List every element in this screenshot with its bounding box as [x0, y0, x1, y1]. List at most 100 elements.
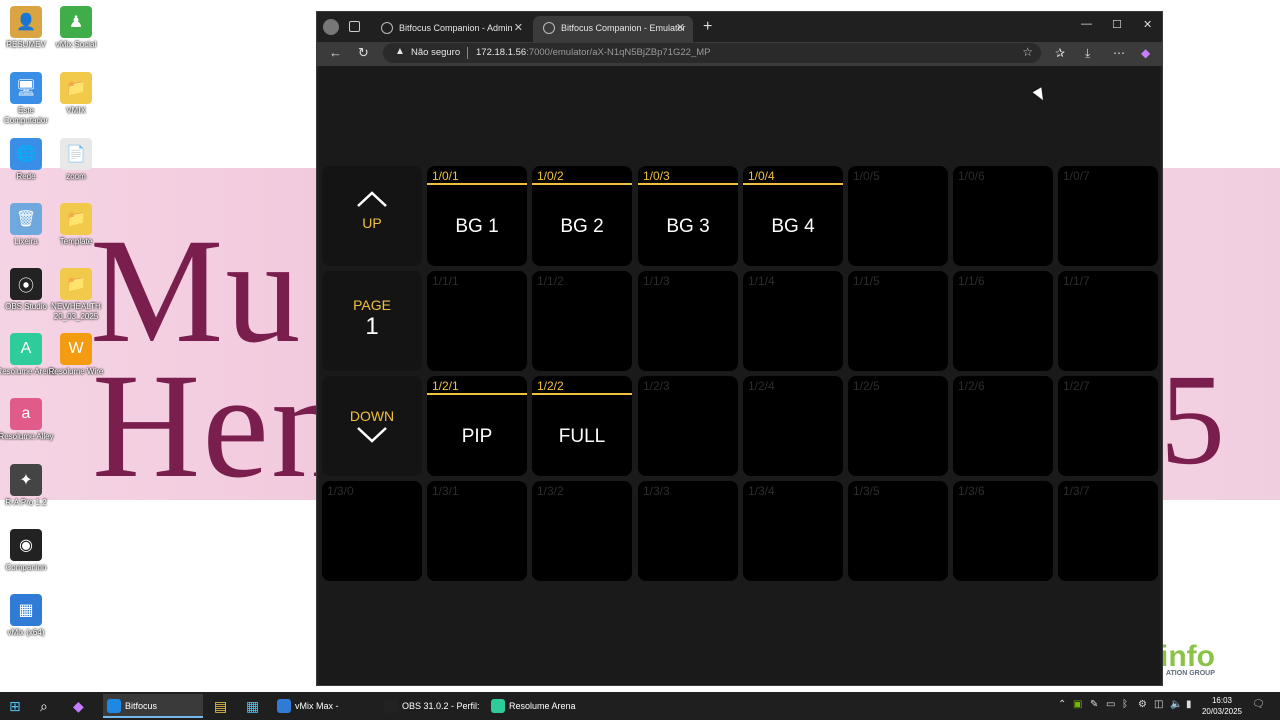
grid-button[interactable]: 1/2/3: [638, 376, 738, 476]
desktop-icon[interactable]: W Resolume Wire: [46, 333, 106, 377]
desktop-icon-label: Resolume Wire: [48, 367, 104, 376]
page-number: 1: [365, 313, 379, 340]
tab-admin[interactable]: Bitfocus Companion - Admin ✕: [371, 16, 531, 42]
maximize-button[interactable]: ☐: [1112, 18, 1122, 31]
app-icon: 📄: [60, 138, 92, 170]
desktop-icon[interactable]: a Resolume Alley: [0, 398, 56, 442]
start-icon[interactable]: ⊞: [9, 698, 21, 715]
back-icon[interactable]: ←: [329, 45, 342, 60]
minimize-button[interactable]: —: [1081, 18, 1092, 30]
grid-button[interactable]: 1/3/3: [638, 481, 738, 581]
close-tab-icon[interactable]: ✕: [514, 16, 523, 40]
wallpaper-text-2: Hen: [92, 343, 348, 509]
app-icon: [491, 699, 505, 713]
downloads-icon[interactable]: ⤓: [1085, 46, 1090, 61]
desktop-icon[interactable]: ◉ Companion: [0, 529, 56, 573]
grid-button[interactable]: 1/1/7: [1058, 271, 1158, 371]
page-up-button[interactable]: UP: [322, 166, 422, 266]
taskbar-app[interactable]: Resolume Arena - ...: [487, 694, 579, 718]
grid-button[interactable]: 1/2/4: [743, 376, 843, 476]
battery-icon[interactable]: ▮: [1186, 699, 1192, 710]
page-down-button[interactable]: DOWN: [322, 376, 422, 476]
grid-button[interactable]: 1/0/7: [1058, 166, 1158, 266]
grid-button[interactable]: 1/2/6: [953, 376, 1053, 476]
taskbar-app[interactable]: Bitfocus Companio...: [103, 694, 203, 718]
grid-button[interactable]: 1/2/1 PIP: [427, 376, 527, 476]
notifications-icon[interactable]: 🗨: [1252, 699, 1265, 710]
omnibox[interactable]: ▲ Não seguro 172.18.1.56:7000/emulator/a…: [383, 43, 1041, 63]
display-icon[interactable]: ▭: [1106, 699, 1115, 710]
wallpaper-text-3: 5: [1160, 348, 1225, 492]
grid-button[interactable]: 1/0/6: [953, 166, 1053, 266]
grid-button[interactable]: 1/1/4: [743, 271, 843, 371]
chevron-down-icon: [357, 427, 387, 443]
copilot-icon[interactable]: ◆: [73, 698, 84, 715]
refresh-icon[interactable]: ↻: [358, 45, 369, 61]
desktop-icon[interactable]: 📁 VMIX: [46, 72, 106, 116]
grid-button[interactable]: 1/3/7: [1058, 481, 1158, 581]
grid-button[interactable]: 1/1/5: [848, 271, 948, 371]
taskbar-app[interactable]: OBS 31.0.2 - Perfil: ...: [380, 694, 480, 718]
desktop-icon-label: Resolume Alley: [0, 432, 54, 441]
system-clock[interactable]: 16:03 20/03/2025: [1200, 695, 1244, 717]
desktop-icon[interactable]: 📄 zoom: [46, 138, 106, 182]
favorite-star-icon[interactable]: ☆: [1022, 45, 1033, 59]
url-text[interactable]: 172.18.1.56:7000/emulator/aX-N1qN5BjZBp7…: [476, 47, 710, 58]
wallpaper-logo: info: [1160, 640, 1215, 673]
tab-actions-icon[interactable]: [349, 21, 360, 32]
nvidia-icon[interactable]: ▣: [1073, 699, 1082, 710]
grid-button[interactable]: 1/0/2 BG 2: [532, 166, 632, 266]
bluetooth-icon[interactable]: ᛒ: [1122, 699, 1128, 710]
grid-button[interactable]: 1/2/5: [848, 376, 948, 476]
grid-button[interactable]: 1/1/3: [638, 271, 738, 371]
desktop-icon[interactable]: ▦ vMix (x64): [0, 594, 56, 638]
close-window-button[interactable]: ✕: [1143, 18, 1152, 31]
chevron-up-icon[interactable]: ⌃: [1058, 699, 1066, 710]
copilot-icon[interactable]: ◆: [1141, 46, 1150, 60]
settings-icon[interactable]: ⚙: [1138, 699, 1147, 710]
emulator-page: UP PAGE 1 DOWN 1/0/1 BG 1 1/0/2 BG 2 1/0/3 BG…: [319, 66, 1160, 685]
grid-button[interactable]: 1/3/4: [743, 481, 843, 581]
file-explorer-icon[interactable]: ▤: [214, 698, 227, 715]
warning-icon: ▲: [395, 46, 405, 57]
desktop-icon[interactable]: ✦ R-A Pro 1.2: [0, 464, 56, 508]
volume-icon[interactable]: 🔈: [1170, 699, 1182, 710]
grid-button[interactable]: 1/0/1 BG 1: [427, 166, 527, 266]
new-tab-button[interactable]: +: [703, 18, 712, 36]
desktop-icon[interactable]: ♟ vMix Social: [46, 6, 106, 50]
grid-button[interactable]: 1/3/2: [532, 481, 632, 581]
store-icon[interactable]: ▦: [246, 698, 259, 715]
grid-button[interactable]: 1/2/7: [1058, 376, 1158, 476]
grid-button[interactable]: 1/0/5: [848, 166, 948, 266]
close-tab-icon[interactable]: ✕: [676, 16, 685, 40]
button-id: 1/2/4: [748, 379, 775, 393]
pen-icon[interactable]: ✎: [1090, 699, 1098, 710]
grid-button[interactable]: 1/2/2 FULL: [532, 376, 632, 476]
app-icon: A: [10, 333, 42, 365]
desktop-icon[interactable]: 📁 Template: [46, 203, 106, 247]
grid-button[interactable]: 1/3/0: [322, 481, 422, 581]
network-icon[interactable]: ◫: [1154, 699, 1163, 710]
grid-button[interactable]: 1/3/5: [848, 481, 948, 581]
profile-icon[interactable]: [323, 19, 339, 35]
grid-button[interactable]: 1/1/1: [427, 271, 527, 371]
grid-button[interactable]: 1/3/6: [953, 481, 1053, 581]
tab-bar: Bitfocus Companion - Admin ✕ Bitfocus Co…: [317, 12, 1162, 42]
search-icon[interactable]: ⌕: [40, 698, 48, 715]
taskbar-app[interactable]: vMix Max - 28.0.0.3...: [273, 694, 373, 718]
grid-button[interactable]: 1/0/4 BG 4: [743, 166, 843, 266]
favorites-icon[interactable]: ✰: [1055, 46, 1065, 60]
wallpaper-logo-sub: ATION GROUP: [1166, 670, 1215, 677]
tab-emulator[interactable]: Bitfocus Companion - Emulator ✕: [533, 16, 693, 42]
grid-button[interactable]: 1/1/2: [532, 271, 632, 371]
grid-button[interactable]: 1/3/1: [427, 481, 527, 581]
button-id: 1/3/4: [748, 484, 775, 498]
button-id: 1/2/3: [643, 379, 670, 393]
more-icon[interactable]: ⋯: [1113, 46, 1125, 60]
button-text: BG 2: [560, 216, 604, 237]
grid-button[interactable]: 1/0/3 BG 3: [638, 166, 738, 266]
security-label[interactable]: Não seguro: [411, 47, 460, 58]
grid-button[interactable]: 1/1/6: [953, 271, 1053, 371]
desktop-icon[interactable]: 📁 NEWHEALTH 20_03_2025: [46, 268, 106, 322]
clock-date: 20/03/2025: [1201, 707, 1243, 716]
